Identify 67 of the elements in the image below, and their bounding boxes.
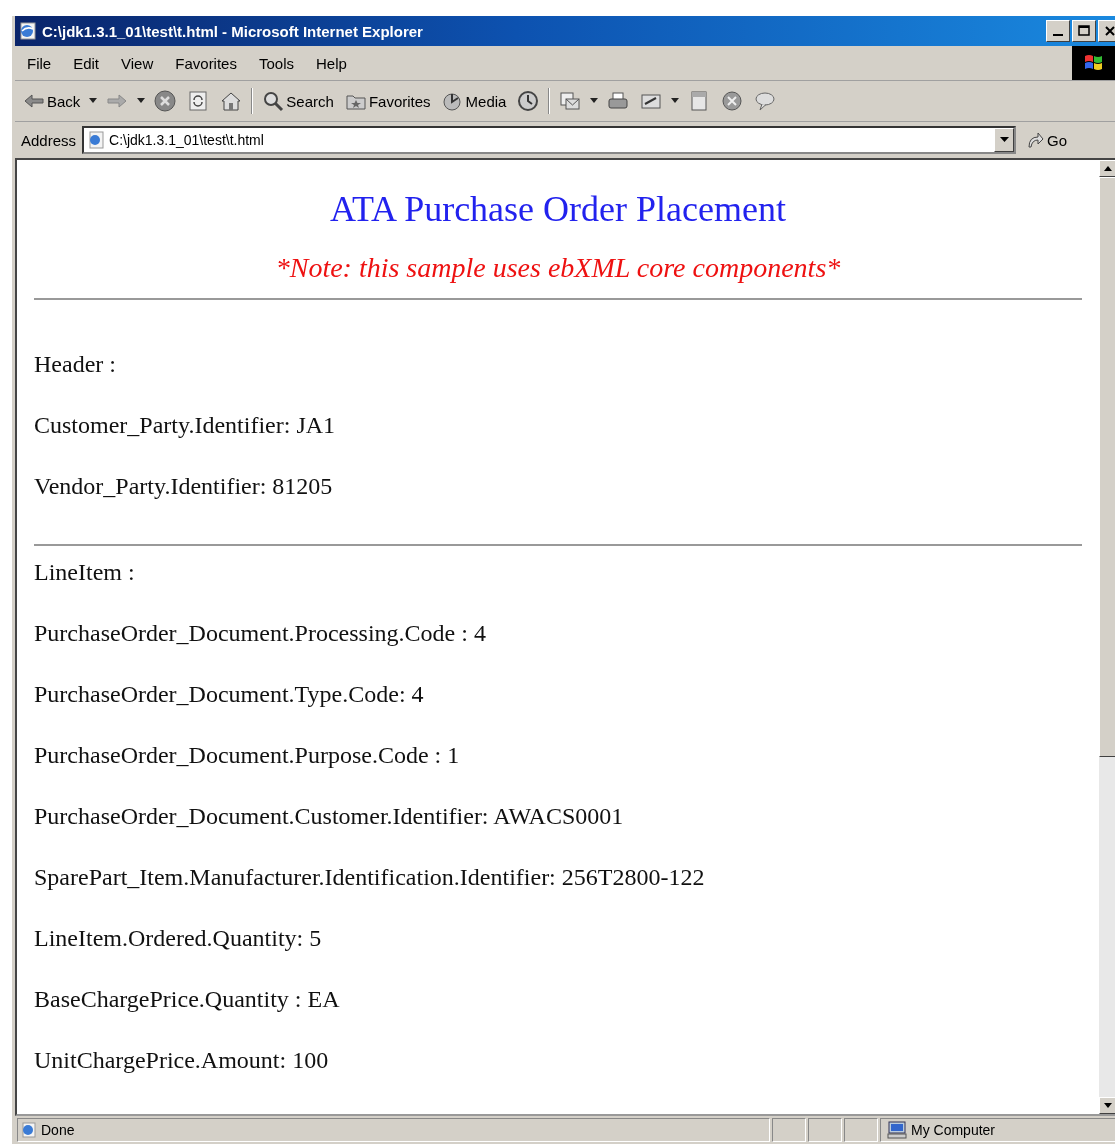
status-pane <box>844 1118 878 1142</box>
section-label: LineItem : <box>34 558 136 586</box>
arrow-right-icon <box>1026 131 1045 149</box>
field-text: PurchaseOrder_Document.Type.Code: 4 <box>34 680 425 708</box>
field-text: PurchaseOrder_Document.Processing.Code : 4 <box>34 619 487 647</box>
field-text: PurchaseOrder_Document.Customer.Identifier: AWACS0001 <box>34 802 625 830</box>
menu-item[interactable]: File <box>27 54 52 72</box>
toolbar-button[interactable]: Search <box>260 90 336 112</box>
window-title: C:\jdk1.3.1_01\test\t.html - Microsoft Internet Explorer <box>42 22 424 40</box>
search-icon <box>262 90 285 112</box>
minimize-button[interactable] <box>1046 20 1070 42</box>
toolbar-button[interactable]: Favorites <box>342 90 433 112</box>
note-text: *Note: this sample uses ebXML core components* <box>274 252 842 284</box>
section-label: Header : <box>34 350 117 378</box>
messenger-icon <box>721 90 744 112</box>
field-text: Customer_Party.Identifier: JA1 <box>34 411 337 439</box>
menu-item[interactable]: Favorites <box>175 54 237 72</box>
browser-page-icon <box>19 22 37 40</box>
field-text: SparePart_Item.Manufacturer.Identification.Identifier: 256T2800-122 <box>34 863 706 891</box>
page-heading: ATA Purchase Order Placement <box>329 188 787 230</box>
caret-icon[interactable] <box>89 98 98 104</box>
page-icon <box>87 131 106 149</box>
envelope-icon <box>559 90 582 112</box>
menu-item[interactable]: Edit <box>73 54 100 72</box>
field-text: UnitChargePrice.Amount: 100 <box>34 1046 330 1074</box>
caret-icon[interactable] <box>590 98 599 104</box>
menu-item[interactable]: Help <box>316 54 347 72</box>
field-text: LineItem.Ordered.Quantity: 5 <box>34 924 323 952</box>
field-text: Vendor_Party.Identifier: 81205 <box>34 472 334 500</box>
computer-icon <box>887 1121 907 1139</box>
menu-item[interactable]: Tools <box>258 54 294 72</box>
status-text: Done <box>41 1122 75 1138</box>
page-icon <box>21 1122 37 1138</box>
printer-icon <box>607 90 630 112</box>
field-text: BaseChargePrice.Quantity : EA <box>34 985 341 1013</box>
windows-logo <box>1072 46 1115 80</box>
maximize-button[interactable] <box>1072 20 1096 42</box>
refresh-icon <box>187 90 210 112</box>
go-button[interactable]: Go <box>1022 131 1072 149</box>
status-pane <box>808 1118 842 1142</box>
address-label: Address <box>21 131 77 149</box>
caret-icon <box>1103 166 1112 171</box>
caret-icon[interactable] <box>137 98 146 104</box>
scrollbar[interactable] <box>1099 160 1115 1114</box>
scroll-down-button[interactable] <box>1099 1097 1115 1114</box>
close-button[interactable] <box>1098 20 1115 42</box>
stop-icon <box>154 90 177 112</box>
dropdown-button[interactable] <box>994 128 1015 152</box>
minimize-icon <box>1053 34 1063 36</box>
caret-icon[interactable] <box>671 98 680 104</box>
maximize-icon <box>1076 23 1092 39</box>
zone-text: My Computer <box>911 1122 996 1138</box>
speech-bubble-icon <box>754 90 777 112</box>
toolbar-button[interactable]: Media <box>439 90 509 112</box>
clock-icon <box>517 90 540 112</box>
field-text: PurchaseOrder_Document.Purpose.Code : 1 <box>34 741 461 769</box>
status-pane <box>772 1118 806 1142</box>
media-icon <box>441 90 464 112</box>
menu-item[interactable]: View <box>121 54 154 72</box>
toolbar-button[interactable]: Back <box>21 90 83 112</box>
toolbar-icon-button[interactable] <box>152 90 179 112</box>
scroll-up-button[interactable] <box>1099 160 1115 177</box>
caret-icon <box>999 137 1009 143</box>
caret-icon <box>1103 1103 1112 1108</box>
home-icon <box>220 90 243 112</box>
address-field[interactable]: C:\jdk1.3.1_01\test\t.html <box>82 126 1017 154</box>
scroll-thumb[interactable] <box>1099 177 1115 757</box>
